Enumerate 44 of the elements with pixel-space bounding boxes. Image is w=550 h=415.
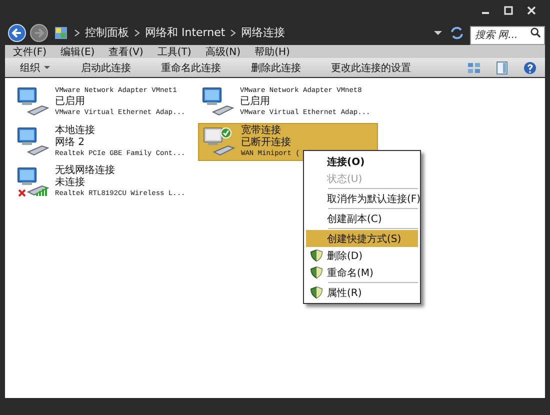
menu-bar-item[interactable]: 工具(T) (157, 44, 192, 58)
preview-pane-icon[interactable] (495, 60, 509, 74)
menu-item[interactable]: 取消作为默认连接(F) (306, 190, 418, 207)
forward-icon[interactable] (30, 24, 48, 42)
toolbar-button[interactable]: 删除此连接 (248, 60, 304, 76)
maximize-icon[interactable] (504, 6, 513, 14)
menu-item[interactable]: 创建快捷方式(S) (306, 230, 418, 247)
back-icon[interactable] (8, 24, 26, 42)
connection-name: 无线网络连接 (55, 165, 116, 176)
connection-name: 宽带连接 (241, 125, 282, 136)
close-icon[interactable] (527, 6, 536, 14)
chevron-icon (230, 28, 236, 36)
menu-item[interactable]: 属性(R) (306, 284, 418, 301)
menu-bar-item[interactable]: 文件(F) (13, 44, 47, 58)
connection-status: 网络 2 (55, 137, 86, 149)
menu-item[interactable]: 删除(D) (306, 247, 418, 264)
toolbar-button[interactable]: 组织 (17, 60, 54, 76)
chevron-icon (74, 28, 80, 36)
connection-status: 未连接 (55, 177, 86, 189)
shield-icon (310, 266, 323, 279)
breadcrumb-item[interactable]: 控制面板 (85, 25, 129, 40)
menu-bar-item[interactable]: 帮助(H) (254, 44, 290, 58)
connection-status: 已断开连接 (241, 137, 292, 149)
toolbar-button[interactable]: 更改此连接的设置 (328, 60, 414, 76)
connection-name: 本地连接 (55, 125, 96, 137)
toolbar-button[interactable]: 启动此连接 (78, 60, 134, 76)
shield-icon (310, 286, 323, 299)
breadcrumb-item[interactable]: 网络和 Internet (145, 25, 226, 40)
connection-status: 已启用 (55, 96, 86, 108)
menu-item[interactable]: 重命名(M) (306, 264, 418, 281)
shield-icon (310, 249, 323, 262)
view-options-icon[interactable] (467, 60, 481, 74)
help-icon[interactable] (523, 60, 537, 74)
toolbar-button[interactable]: 重命名此连接 (158, 60, 224, 76)
chevron-icon (134, 28, 140, 36)
caret-icon (43, 64, 51, 71)
menu-item[interactable]: 创建副本(C) (306, 210, 418, 227)
menu-bar-item[interactable]: 编辑(E) (60, 44, 95, 58)
search-icon[interactable] (530, 27, 541, 38)
menu-bar-item[interactable]: 查看(V) (108, 44, 144, 58)
connection-status: 已启用 (240, 96, 271, 108)
breadcrumb-item[interactable]: 网络连接 (241, 25, 286, 40)
search-field[interactable]: 搜索 网... (470, 26, 545, 45)
menu-bar-item[interactable]: 高级(N) (205, 44, 241, 58)
